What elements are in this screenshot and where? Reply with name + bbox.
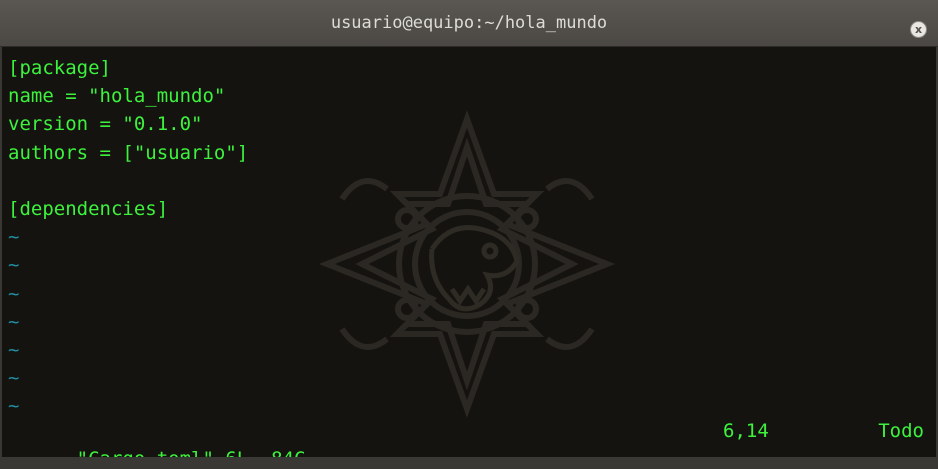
buffer-line: authors = ["usuario"] — [8, 141, 249, 164]
buffer-line: [dependencies] — [8, 197, 169, 220]
terminal-window: usuario@equipo:~/hola_mundo x [package] … — [0, 0, 938, 469]
buffer-line: version = "0.1.0" — [8, 113, 203, 136]
terminal-area[interactable]: [package] name = "hola_mundo" version = … — [2, 47, 936, 457]
empty-line-marker: ~ — [8, 254, 20, 277]
editor-buffer[interactable]: [package] name = "hola_mundo" version = … — [8, 54, 248, 420]
buffer-line: name = "hola_mundo" — [8, 85, 226, 108]
empty-line-marker: ~ — [8, 367, 20, 390]
close-button[interactable]: x — [910, 21, 927, 38]
title-bar[interactable]: usuario@equipo:~/hola_mundo x — [0, 0, 938, 47]
empty-line-marker: ~ — [8, 226, 20, 249]
cursor-position: 6,14 — [723, 420, 769, 442]
window-bottom-border — [0, 457, 938, 469]
scroll-position: Todo — [878, 420, 924, 442]
buffer-line — [8, 167, 248, 195]
file-info: "Cargo.toml" 6L, 84C — [77, 448, 306, 457]
close-icon: x — [914, 23, 923, 36]
aztec-sun-stone-icon — [318, 110, 616, 418]
buffer-line: [package] — [8, 57, 111, 79]
empty-line-marker: ~ — [8, 310, 20, 333]
window-title: usuario@equipo:~/hola_mundo — [330, 13, 608, 33]
empty-line-marker: ~ — [8, 338, 20, 361]
empty-line-marker: ~ — [8, 282, 20, 305]
status-line: "Cargo.toml" 6L, 84C 6,14 Todo — [8, 417, 924, 457]
